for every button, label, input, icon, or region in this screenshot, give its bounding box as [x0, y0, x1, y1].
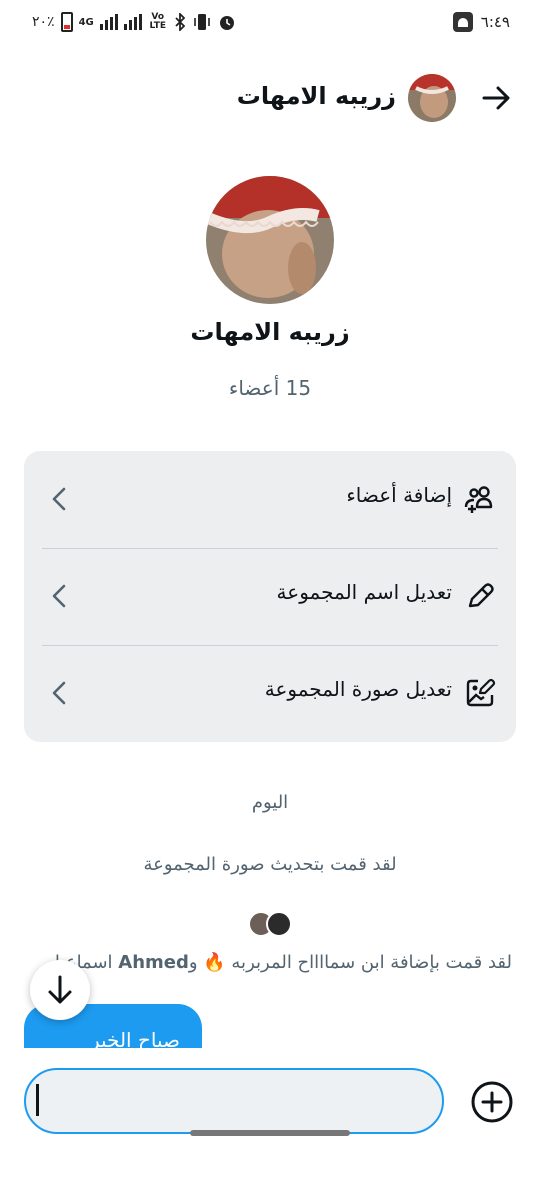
pencil-icon: [468, 583, 494, 608]
home-indicator[interactable]: [190, 1130, 350, 1136]
day-separator: اليوم: [251, 792, 289, 813]
mosque-app-icon: [452, 12, 473, 32]
chevron-left-icon: [52, 487, 66, 511]
event-added-prefix: لقد قمت بإضافة ابن سمااااح المربربه 🔥 و: [188, 952, 512, 973]
group-avatar[interactable]: [206, 176, 334, 304]
add-attachment-icon[interactable]: [470, 1080, 514, 1124]
menu-item-add-members[interactable]: إضافة أعضاء: [24, 451, 516, 548]
chevron-left-icon: [52, 681, 66, 705]
clock: ٦:٤٩: [480, 13, 510, 31]
status-bar: ٢٠٪ 4G Vo LTE ٦:٤٩: [0, 0, 540, 48]
status-left: ٢٠٪ 4G Vo LTE: [32, 12, 236, 32]
vibrate-icon: [193, 14, 210, 30]
bluetooth-icon: [175, 13, 186, 31]
menu-item-edit-name[interactable]: تعديل اسم المجموعة: [24, 548, 516, 645]
member-count[interactable]: 15 أعضاء: [0, 376, 540, 400]
edit-image-icon: [466, 678, 496, 707]
text-caret: [36, 1084, 39, 1116]
signal-bars-2-icon: [123, 14, 142, 30]
scroll-to-bottom-button[interactable]: [30, 960, 90, 1020]
signal-bars-icon: [99, 14, 118, 30]
header-avatar[interactable]: [408, 74, 456, 122]
menu-label-edit-photo: تعديل صورة المجموعة: [264, 677, 452, 701]
alarm-icon: [219, 16, 234, 30]
event-photo-updated: لقد قمت بتحديث صورة المجموعة: [143, 854, 397, 875]
arrow-down-icon: [48, 975, 72, 1004]
mini-avatar: [266, 911, 292, 937]
battery-percent: ٢٠٪: [32, 14, 55, 30]
battery-icon: [60, 12, 73, 32]
message-input[interactable]: [24, 1068, 444, 1134]
message-text: صباح الخير: [89, 1028, 180, 1048]
menu-label-edit-name: تعديل اسم المجموعة: [276, 580, 452, 604]
chevron-left-icon: [52, 584, 66, 608]
group-settings-card: إضافة أعضاء تعديل اسم المجموعة تعديل صور…: [24, 451, 516, 742]
add-members-icon: [464, 486, 493, 513]
menu-item-edit-photo[interactable]: تعديل صورة المجموعة: [24, 645, 516, 742]
network-type: 4G: [78, 16, 94, 28]
event-avatars: [248, 911, 294, 939]
back-arrow-icon[interactable]: [480, 82, 512, 114]
group-name: زريبه الامهات: [190, 318, 350, 346]
volte-icon: Vo LTE: [149, 12, 167, 31]
status-right: ٦:٤٩: [452, 12, 510, 32]
top-header: زريبه الامهات: [0, 64, 540, 132]
header-title: زريبه الامهات: [236, 82, 396, 110]
menu-label-add-members: إضافة أعضاء: [346, 483, 452, 507]
event-added-name: Ahmed: [118, 952, 189, 973]
composer-bar: [0, 1048, 540, 1200]
